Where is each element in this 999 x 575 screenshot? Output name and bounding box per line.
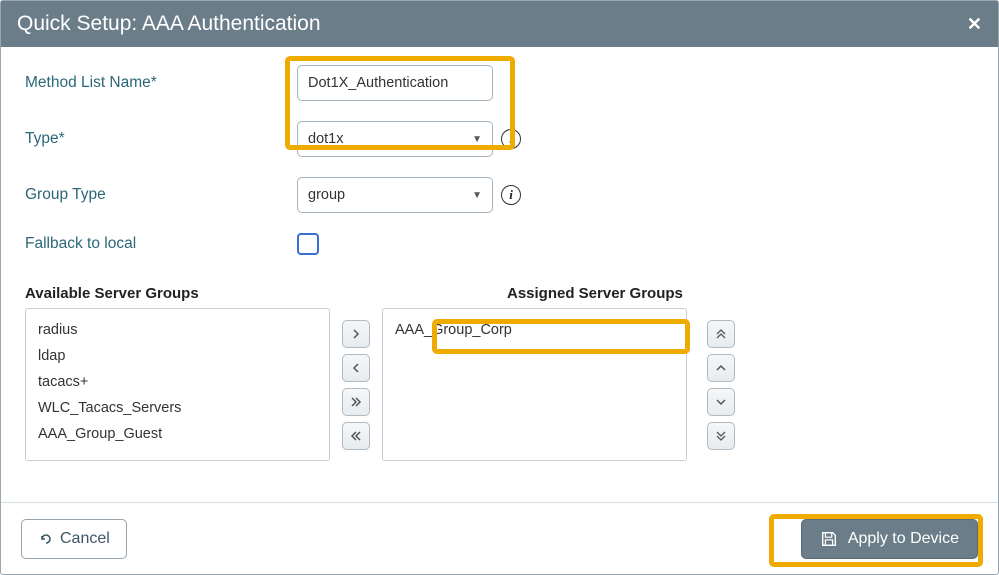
list-item[interactable]: tacacs+ — [38, 369, 317, 395]
row-fallback: Fallback to local — [25, 233, 974, 255]
fallback-checkbox[interactable] — [297, 233, 319, 255]
chevron-down-icon: ▼ — [472, 190, 482, 201]
apply-label: Apply to Device — [848, 530, 959, 548]
save-icon — [820, 530, 838, 548]
type-select[interactable]: dot1x ▼ — [297, 121, 493, 157]
aaa-auth-dialog: Quick Setup: AAA Authentication ✕ Method… — [0, 0, 999, 575]
cancel-label: Cancel — [60, 530, 110, 548]
chevron-down-icon: ▼ — [472, 134, 482, 145]
double-chevron-left-icon — [350, 431, 362, 441]
list-item[interactable]: WLC_Tacacs_Servers — [38, 395, 317, 421]
label-method-list-name: Method List Name* — [25, 74, 297, 92]
label-fallback: Fallback to local — [25, 235, 297, 253]
info-icon[interactable]: i — [501, 129, 521, 149]
list-headers: Available Server Groups Assigned Server … — [25, 285, 974, 302]
move-all-left-button[interactable] — [342, 422, 370, 450]
list-item[interactable]: AAA_Group_Guest — [38, 421, 317, 447]
row-group-type: Group Type group ▼ i — [25, 177, 974, 213]
close-icon[interactable]: ✕ — [967, 14, 982, 35]
move-bottom-button[interactable] — [707, 422, 735, 450]
chevron-bottom-icon — [716, 430, 726, 442]
type-select-value: dot1x — [308, 131, 343, 147]
method-list-name-input[interactable] — [297, 65, 493, 101]
row-type: Type* dot1x ▼ i — [25, 121, 974, 157]
order-buttons — [707, 308, 735, 450]
assigned-header: Assigned Server Groups — [507, 285, 683, 302]
move-all-right-button[interactable] — [342, 388, 370, 416]
available-header: Available Server Groups — [25, 285, 437, 302]
dialog-title: Quick Setup: AAA Authentication — [17, 12, 321, 36]
row-method-list-name: Method List Name* — [25, 65, 974, 101]
move-down-button[interactable] — [707, 388, 735, 416]
transfer-buttons — [342, 308, 370, 450]
undo-icon — [38, 531, 54, 547]
assigned-listbox[interactable]: AAA_Group_Corp — [382, 308, 687, 461]
double-chevron-right-icon — [350, 397, 362, 407]
dialog-titlebar: Quick Setup: AAA Authentication ✕ — [1, 1, 998, 47]
move-right-button[interactable] — [342, 320, 370, 348]
server-groups-area: Available Server Groups Assigned Server … — [25, 275, 974, 461]
chevron-right-icon — [351, 329, 361, 339]
group-type-select[interactable]: group ▼ — [297, 177, 493, 213]
dialog-footer: Cancel Apply to Device — [1, 502, 998, 574]
move-top-button[interactable] — [707, 320, 735, 348]
list-item[interactable]: ldap — [38, 343, 317, 369]
cancel-button[interactable]: Cancel — [21, 519, 127, 559]
label-group-type: Group Type — [25, 186, 297, 204]
chevron-down-icon — [716, 397, 726, 407]
list-item[interactable]: AAA_Group_Corp — [395, 317, 674, 343]
move-up-button[interactable] — [707, 354, 735, 382]
group-type-select-value: group — [308, 187, 345, 203]
label-type: Type* — [25, 130, 297, 148]
list-item[interactable]: radius — [38, 317, 317, 343]
available-listbox[interactable]: radius ldap tacacs+ WLC_Tacacs_Servers A… — [25, 308, 330, 461]
lists-row: radius ldap tacacs+ WLC_Tacacs_Servers A… — [25, 308, 974, 461]
apply-button[interactable]: Apply to Device — [801, 519, 978, 559]
chevron-left-icon — [351, 363, 361, 373]
chevron-up-icon — [716, 363, 726, 373]
dialog-body: Method List Name* Type* dot1x ▼ i Group … — [1, 47, 998, 502]
chevron-top-icon — [716, 328, 726, 340]
info-icon[interactable]: i — [501, 185, 521, 205]
move-left-button[interactable] — [342, 354, 370, 382]
